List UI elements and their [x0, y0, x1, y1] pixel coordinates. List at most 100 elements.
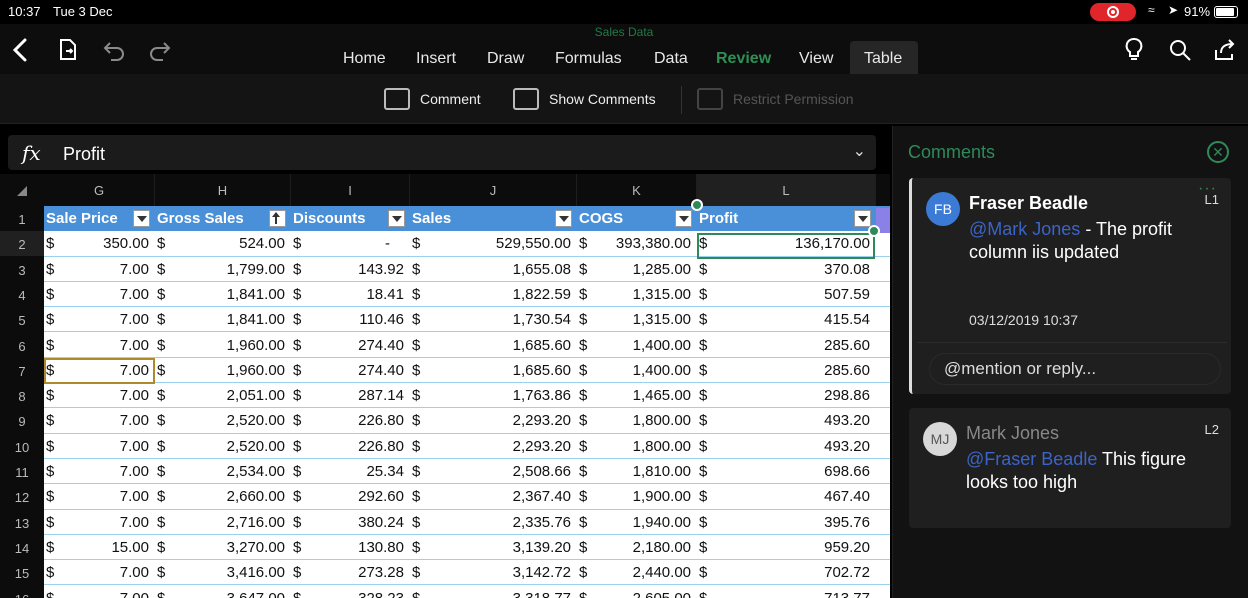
file-icon[interactable] [54, 36, 82, 64]
table-cell[interactable]: $395.76 [697, 510, 876, 535]
column-header-k[interactable]: K [577, 174, 697, 206]
table-cell[interactable]: $7.00 [44, 257, 155, 282]
row-header-8[interactable]: 8 [0, 383, 44, 408]
table-cell[interactable]: $1,822.59 [410, 282, 577, 307]
formula-bar[interactable]: fx Profit ⌄ [8, 135, 876, 170]
table-cell[interactable]: $2,293.20 [410, 408, 577, 433]
table-cell[interactable]: $7.00 [44, 459, 155, 484]
table-cell[interactable]: $2,520.00 [155, 434, 291, 459]
table-cell[interactable]: $507.59 [697, 282, 876, 307]
restrict-permission-button[interactable]: Restrict Permission [697, 88, 854, 110]
table-cell[interactable]: $1,841.00 [155, 307, 291, 332]
table-cell[interactable]: $2,367.40 [410, 484, 577, 509]
column-header-l[interactable]: L [697, 174, 876, 206]
table-cell[interactable]: $959.20 [697, 535, 876, 560]
table-cell[interactable]: $2,508.66 [410, 459, 577, 484]
table-cell[interactable]: $1,730.54 [410, 307, 577, 332]
column-header-j[interactable]: J [410, 174, 577, 206]
table-cell[interactable]: $524.00 [155, 231, 291, 256]
selection-handle-top[interactable] [691, 199, 703, 211]
filter-dropdown-icon[interactable] [675, 210, 692, 227]
table-header-cell[interactable]: Sale Price [44, 206, 155, 231]
table-cell[interactable]: $273.28 [291, 560, 410, 585]
filter-dropdown-icon[interactable] [854, 210, 871, 227]
table-cell[interactable]: $3,416.00 [155, 560, 291, 585]
row-header-9[interactable]: 9 [0, 408, 44, 433]
table-cell[interactable]: $370.08 [697, 257, 876, 282]
table-cell[interactable]: $7.00 [44, 510, 155, 535]
column-header-i[interactable]: I [291, 174, 410, 206]
table-cell[interactable]: $415.54 [697, 307, 876, 332]
table-cell[interactable]: $1,655.08 [410, 257, 577, 282]
row-header-10[interactable]: 10 [0, 434, 44, 459]
redo-icon[interactable] [146, 36, 174, 64]
selection-handle-bottom[interactable] [868, 225, 880, 237]
close-icon[interactable]: ✕ [1207, 141, 1229, 163]
table-cell[interactable]: $226.80 [291, 434, 410, 459]
tab-home[interactable]: Home [343, 50, 386, 68]
table-cell[interactable]: $7.00 [44, 333, 155, 358]
table-cell[interactable]: $493.20 [697, 408, 876, 433]
table-cell[interactable]: $7.00 [44, 434, 155, 459]
tab-draw[interactable]: Draw [487, 50, 524, 68]
table-cell[interactable]: $3,647.00 [155, 586, 291, 598]
table-cell[interactable]: $1,800.00 [577, 434, 697, 459]
table-cell[interactable]: $1,685.60 [410, 333, 577, 358]
table-cell[interactable]: $328.23 [291, 586, 410, 598]
row-header-1[interactable]: 1 [0, 206, 44, 231]
row-header-5[interactable]: 5 [0, 307, 44, 332]
table-cell[interactable]: $7.00 [44, 586, 155, 598]
table-cells[interactable]: Sale Price Gross Sales Discounts Sales COGS P… [44, 206, 890, 598]
table-cell[interactable]: $1,799.00 [155, 257, 291, 282]
row-header-2[interactable]: 2 [0, 231, 44, 257]
table-cell[interactable]: $298.86 [697, 383, 876, 408]
table-cell[interactable]: $1,315.00 [577, 282, 697, 307]
table-cell[interactable]: $1,400.00 [577, 333, 697, 358]
table-cell[interactable]: $393,380.00 [577, 231, 697, 256]
table-cell[interactable]: $1,810.00 [577, 459, 697, 484]
table-header-cell[interactable]: Profit [697, 206, 876, 231]
row-header-11[interactable]: 11 [0, 459, 44, 484]
table-cell[interactable]: $1,763.86 [410, 383, 577, 408]
comment-mention[interactable]: @Fraser Beadle [966, 449, 1097, 469]
tab-formulas[interactable]: Formulas [555, 50, 622, 68]
filter-dropdown-icon[interactable] [133, 210, 150, 227]
row-header-3[interactable]: 3 [0, 257, 44, 282]
row-header-15[interactable]: 15 [0, 560, 44, 585]
share-icon[interactable] [1211, 36, 1239, 64]
screen-recording-icon[interactable] [1090, 3, 1136, 21]
table-cell[interactable]: $1,800.00 [577, 408, 697, 433]
comment-mention[interactable]: @Mark Jones [969, 219, 1080, 239]
table-cell[interactable]: $7.00 [44, 408, 155, 433]
table-cell[interactable]: $143.92 [291, 257, 410, 282]
table-cell[interactable]: $292.60 [291, 484, 410, 509]
table-header-cell[interactable]: Sales [410, 206, 577, 231]
table-cell[interactable]: $136,170.00 [697, 231, 876, 256]
table-cell[interactable]: $1,685.60 [410, 358, 577, 383]
back-icon[interactable] [7, 36, 35, 64]
reply-input[interactable]: @mention or reply... [929, 353, 1221, 385]
table-cell[interactable]: $287.14 [291, 383, 410, 408]
column-header-h[interactable]: H [155, 174, 291, 206]
table-cell[interactable]: $7.00 [44, 383, 155, 408]
tab-view[interactable]: View [799, 50, 833, 68]
tab-insert[interactable]: Insert [416, 50, 456, 68]
table-cell[interactable]: $2,716.00 [155, 510, 291, 535]
table-cell[interactable]: $285.60 [697, 358, 876, 383]
table-cell[interactable]: $2,051.00 [155, 383, 291, 408]
filter-dropdown-icon[interactable] [388, 210, 405, 227]
table-cell[interactable]: $3,318.77 [410, 586, 577, 598]
table-cell[interactable]: $226.80 [291, 408, 410, 433]
table-cell[interactable]: $493.20 [697, 434, 876, 459]
table-cell[interactable]: $2,534.00 [155, 459, 291, 484]
table-cell[interactable]: $2,180.00 [577, 535, 697, 560]
sort-ascending-icon[interactable] [269, 210, 286, 227]
row-header-13[interactable]: 13 [0, 510, 44, 535]
row-header-7[interactable]: 7 [0, 358, 44, 383]
table-cell[interactable]: $2,335.76 [410, 510, 577, 535]
row-header-14[interactable]: 14 [0, 535, 44, 560]
table-header-cell[interactable]: COGS [577, 206, 697, 231]
table-cell[interactable]: $ - [291, 231, 410, 256]
table-cell[interactable]: $7.00 [44, 560, 155, 585]
spreadsheet-grid[interactable]: GHIJKL 12345678910111213141516 Sale Pric… [0, 174, 890, 598]
